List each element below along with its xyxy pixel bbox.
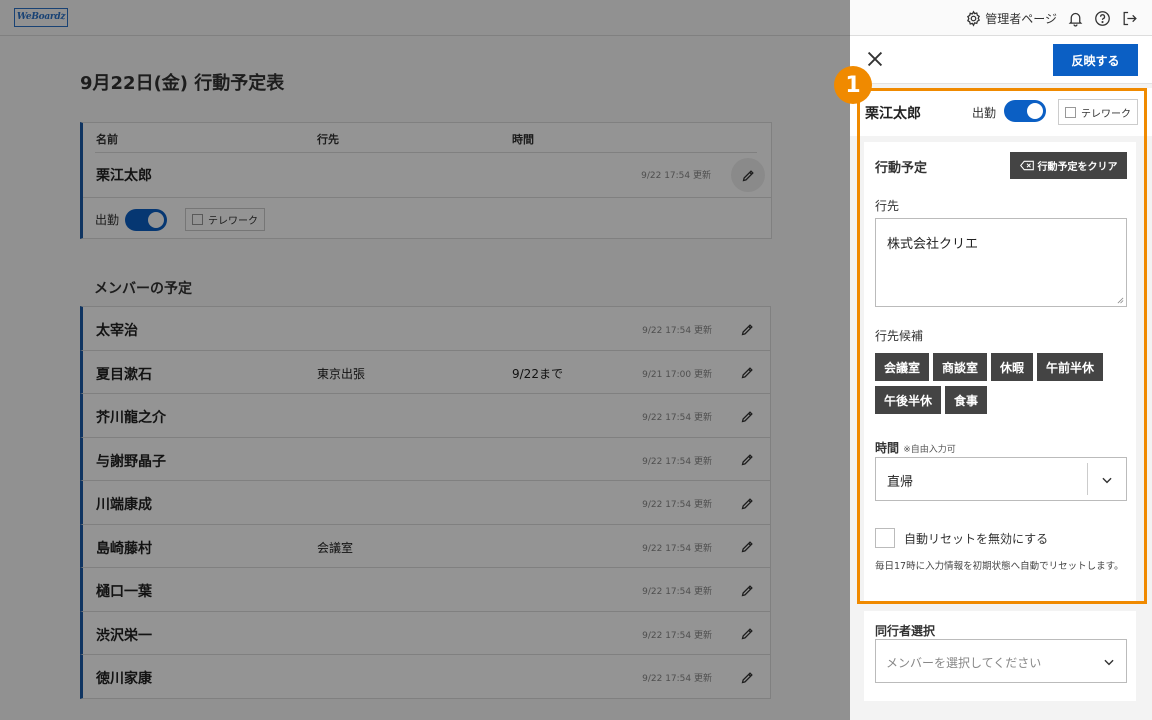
annotation-highlight-box (857, 88, 1147, 604)
admin-page-label: 管理者ページ (985, 11, 1057, 26)
close-icon[interactable] (864, 48, 886, 70)
companion-select[interactable]: メンバーを選択してください (875, 639, 1127, 683)
modal-overlay[interactable] (0, 0, 850, 720)
admin-page-link[interactable]: 管理者ページ (965, 9, 1057, 27)
chevron-down-icon (1104, 659, 1114, 666)
apply-button[interactable]: 反映する (1053, 44, 1138, 76)
logout-icon[interactable] (1121, 10, 1138, 27)
help-icon[interactable] (1094, 10, 1111, 27)
top-right-menu: 管理者ページ (965, 8, 1138, 28)
companion-section: 同行者選択 メンバーを選択してください (864, 611, 1136, 701)
annotation-badge: 1 (834, 66, 872, 104)
bell-icon[interactable] (1067, 10, 1084, 27)
gear-icon (965, 9, 982, 27)
companion-placeholder: メンバーを選択してください (886, 656, 1042, 670)
companion-label: 同行者選択 (875, 624, 936, 638)
panel-header: 反映する (850, 36, 1152, 84)
